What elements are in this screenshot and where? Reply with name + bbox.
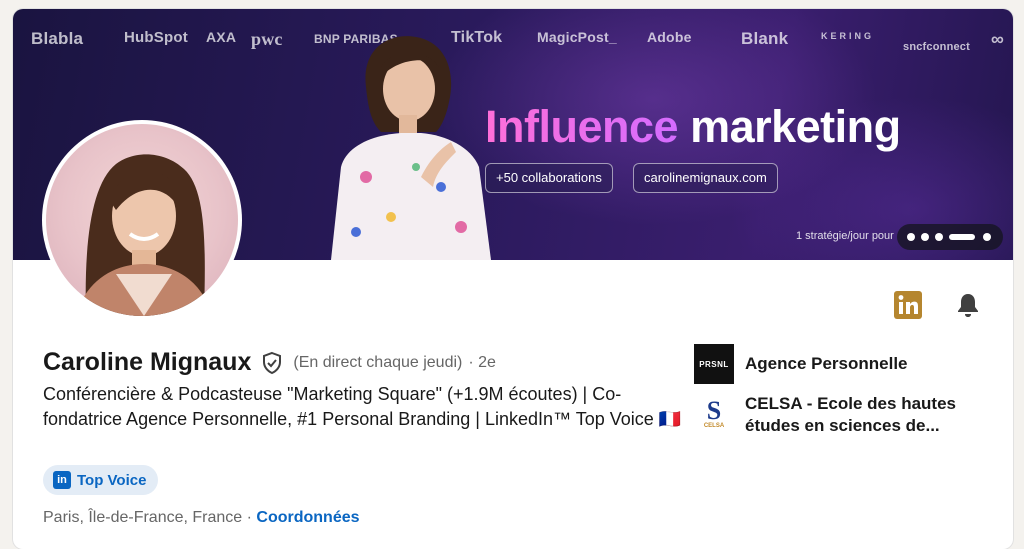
- location-text: Paris, Île-de-France, France: [43, 509, 243, 526]
- brand-logo-hubspot: HubSpot: [124, 29, 188, 46]
- banner-person-image: [331, 36, 491, 260]
- carousel-active-dash[interactable]: [949, 234, 975, 240]
- location-row: Paris, Île-de-France, France · Coordonné…: [43, 509, 360, 527]
- company-name: Agence Personnelle: [745, 354, 908, 373]
- profile-photo[interactable]: [42, 120, 242, 320]
- profile-name: Caroline Mignaux: [43, 348, 252, 376]
- bell-icon[interactable]: [954, 291, 982, 319]
- location-separator: ·: [242, 509, 257, 526]
- carousel-dot[interactable]: [983, 233, 991, 241]
- banner-pill-website: carolinemignaux.com: [633, 163, 778, 193]
- brand-logo-pwc: pwc: [251, 29, 283, 49]
- profile-name-row: Caroline Mignaux (En direct chaque jeudi…: [43, 348, 496, 377]
- agence-personnelle-logo: PRSNL: [694, 344, 734, 384]
- carousel-dot[interactable]: [907, 233, 915, 241]
- brand-logo-kering: KERING: [821, 31, 875, 41]
- linkedin-icon[interactable]: [894, 291, 922, 319]
- agence-personnelle-logo-text: PRSNL: [699, 359, 729, 369]
- brand-logos-strip: Blabla HubSpot AXA pwc BNP PARIBAS TikTo…: [31, 29, 1013, 59]
- top-voice-label: Top Voice: [77, 471, 147, 489]
- brand-logo-axa: AXA: [206, 29, 237, 45]
- verified-shield-icon[interactable]: [260, 351, 284, 375]
- contact-info-link[interactable]: Coordonnées: [256, 509, 359, 526]
- celsa-s-icon: S: [707, 397, 721, 423]
- celsa-logo: S CELSA: [694, 393, 734, 433]
- banner-headline-part2: marketing: [690, 101, 901, 152]
- linkedin-mini-icon: in: [53, 471, 71, 489]
- banner-pill-collaborations: +50 collaborations: [485, 163, 613, 193]
- live-status-text: (En direct chaque jeudi): [293, 353, 463, 371]
- brand-logo-meta: ∞: [991, 29, 1005, 49]
- top-voice-badge[interactable]: in Top Voice: [43, 465, 159, 495]
- svg-text:S: S: [707, 397, 721, 423]
- avatar: [46, 124, 238, 316]
- banner-headline: Influence marketing: [485, 101, 901, 153]
- school-name: CELSA - Ecole des hautes études en scien…: [745, 394, 956, 435]
- brand-logo-magicpost: MagicPost_: [537, 29, 617, 45]
- banner-carousel-indicator[interactable]: [897, 224, 1003, 250]
- brand-logo-blank: Blank: [741, 29, 789, 48]
- celsa-logo-text: CELSA: [703, 423, 725, 429]
- education-celsa[interactable]: S CELSA CELSA - Ecole des hautes études …: [694, 393, 985, 437]
- connection-degree: · 2e: [468, 353, 496, 371]
- banner-caption: 1 stratégie/jour pour: [796, 230, 894, 242]
- brand-logo-adobe: Adobe: [647, 29, 692, 45]
- banner-headline-part1: Influence: [485, 101, 679, 152]
- current-company-agence-personnelle[interactable]: PRSNL Agence Personnelle: [694, 344, 985, 384]
- profile-headline: Conférencière & Podcasteuse "Marketing S…: [43, 384, 682, 429]
- carousel-dot[interactable]: [935, 233, 943, 241]
- avatar-image: [76, 154, 212, 316]
- carousel-dot[interactable]: [921, 233, 929, 241]
- brand-logo-sncfconnect: sncfconnect: [903, 41, 970, 53]
- profile-card: Blabla HubSpot AXA pwc BNP PARIBAS TikTo…: [13, 9, 1013, 549]
- brand-logo-blabla: Blabla: [31, 29, 84, 48]
